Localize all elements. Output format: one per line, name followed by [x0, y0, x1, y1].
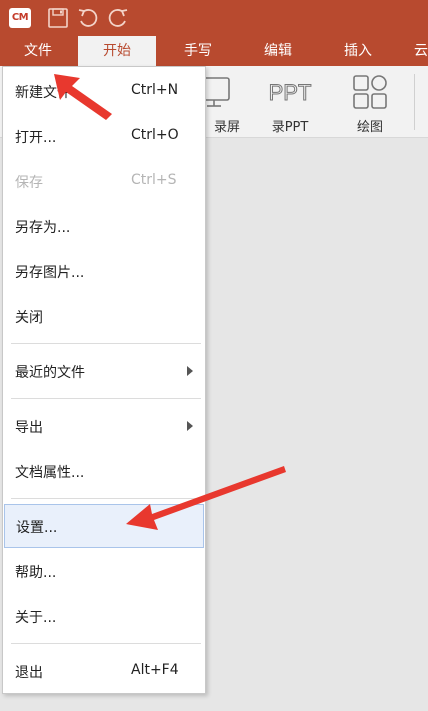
menu-item-label: 保存: [15, 175, 43, 191]
ppt-icon: PPT: [268, 80, 312, 106]
menu-item-shortcut: Ctrl+O: [131, 127, 179, 143]
menu-item-shortcut: Ctrl+S: [131, 172, 177, 188]
shapes-icon: [353, 75, 387, 109]
menu-item-document-properties[interactable]: 文档属性...: [3, 449, 205, 493]
menu-item-about[interactable]: 关于...: [3, 594, 205, 638]
draw-button[interactable]: 绘图: [342, 68, 398, 135]
menu-item-label: 新建文件: [15, 85, 71, 101]
menu-separator: [11, 498, 201, 499]
submenu-arrow-icon: [187, 421, 193, 431]
menu-item-close[interactable]: 关闭: [3, 294, 205, 338]
menu-item-exit[interactable]: 退出 Alt+F4: [3, 649, 205, 693]
menu-item-label: 帮助...: [15, 565, 57, 581]
menu-item-export[interactable]: 导出: [3, 404, 205, 448]
menu-item-label: 关于...: [15, 610, 57, 626]
undo-icon[interactable]: [76, 6, 100, 30]
tab-edit[interactable]: 编辑: [252, 36, 304, 66]
menu-item-recent-files[interactable]: 最近的文件: [3, 349, 205, 393]
menu-tab-bar: 文件 开始 手写 编辑 插入 云: [0, 36, 428, 66]
menu-separator: [11, 343, 201, 344]
app-logo: CM: [9, 8, 31, 28]
menu-item-label: 另存图片...: [15, 265, 85, 281]
save-icon[interactable]: [46, 6, 70, 30]
menu-item-open[interactable]: 打开... Ctrl+O: [3, 114, 205, 158]
menu-item-label: 关闭: [15, 310, 43, 326]
ribbon-separator: [414, 74, 415, 130]
title-bar: CM: [0, 0, 428, 36]
menu-item-label: 文档属性...: [15, 465, 85, 481]
menu-item-label: 退出: [15, 665, 43, 681]
submenu-arrow-icon: [187, 366, 193, 376]
menu-item-save-image[interactable]: 另存图片...: [3, 249, 205, 293]
menu-item-label: 设置...: [16, 520, 58, 536]
menu-item-label: 另存为...: [15, 220, 71, 236]
menu-item-shortcut: Alt+F4: [131, 662, 179, 678]
draw-label: 绘图: [356, 120, 383, 135]
ppt-icon-text: PPT: [269, 80, 312, 105]
menu-item-settings[interactable]: 设置...: [4, 504, 204, 548]
file-menu: 新建文件 Ctrl+N 打开... Ctrl+O 保存 Ctrl+S 另存为..…: [2, 66, 206, 694]
menu-separator: [11, 398, 201, 399]
menu-item-help[interactable]: 帮助...: [3, 549, 205, 593]
tab-insert[interactable]: 插入: [332, 36, 384, 66]
menu-item-label: 最近的文件: [15, 365, 85, 381]
menu-separator: [11, 643, 201, 644]
record-ppt-label: 录PPT: [271, 120, 309, 135]
menu-item-save-as[interactable]: 另存为...: [3, 204, 205, 248]
menu-item-shortcut: Ctrl+N: [131, 82, 179, 98]
tab-home[interactable]: 开始: [78, 36, 156, 66]
menu-item-label: 打开...: [15, 130, 57, 146]
menu-item-new-file[interactable]: 新建文件 Ctrl+N: [3, 69, 205, 113]
redo-icon[interactable]: [106, 6, 130, 30]
record-ppt-button[interactable]: PPT 录PPT: [262, 68, 318, 136]
menu-item-save: 保存 Ctrl+S: [3, 159, 205, 203]
tab-cloud[interactable]: 云: [414, 36, 428, 66]
tab-handwriting[interactable]: 手写: [172, 36, 224, 66]
menu-item-label: 导出: [15, 420, 43, 436]
tab-file[interactable]: 文件: [12, 36, 64, 66]
